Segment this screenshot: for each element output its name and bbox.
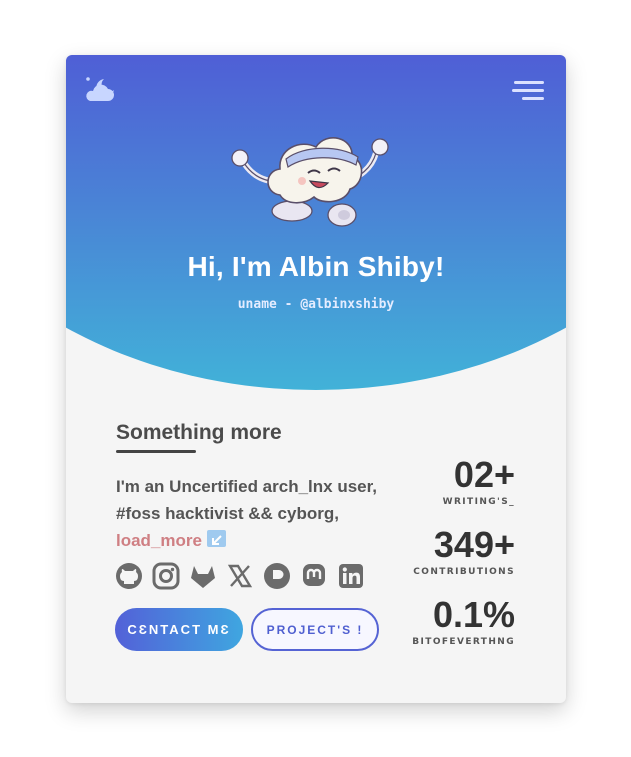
hero-title: Hi, I'm Albin Shiby! — [187, 251, 445, 282]
social-links — [115, 562, 365, 590]
load-more-link[interactable]: load_more — [116, 531, 202, 550]
x-icon[interactable] — [226, 562, 254, 590]
bio-line-1: I'm an Uncertified arch_lnx user, — [116, 477, 378, 496]
stat-contributions: 349+ CONTRIBUTIONS — [413, 524, 515, 578]
cloud-moon-icon[interactable] — [82, 73, 120, 105]
section-title: Something more — [116, 421, 282, 444]
linkedin-icon[interactable] — [337, 562, 365, 590]
username-subtitle: uname - @albinxshiby — [237, 297, 395, 312]
stat-value: 0.1% — [432, 594, 515, 635]
stat-value: 349+ — [433, 524, 515, 565]
stat-label: BITOFEVERTHNG — [412, 637, 515, 647]
meditating-cloud-mascot — [231, 137, 389, 227]
profile-card: Hi, I'm Albin Shiby! uname - @albinxshib… — [66, 55, 566, 703]
stat-writings: 02+ WRITING'S_ — [442, 454, 515, 508]
hamburger-menu-icon[interactable] — [512, 81, 544, 103]
github-icon[interactable] — [115, 562, 143, 590]
instagram-icon[interactable] — [152, 562, 180, 590]
gitlab-icon[interactable] — [189, 562, 217, 590]
section-underline — [116, 450, 196, 453]
bio-text: I'm an Uncertified arch_lnx user, #foss … — [116, 473, 386, 554]
contact-me-button[interactable]: CƐNTACT MƐ — [115, 608, 243, 651]
stat-label: CONTRIBUTIONS — [413, 567, 515, 577]
projects-button[interactable]: PROJECT'S ! — [251, 608, 379, 651]
bio-line-2: #foss hacktivist && cyborg, — [116, 504, 339, 523]
stat-bit-of-everything: 0.1% BITOFEVERTHNG — [412, 594, 515, 648]
mastodon-icon[interactable] — [300, 562, 328, 590]
stat-value: 02+ — [453, 454, 515, 495]
arrow-down-left-icon[interactable] — [206, 530, 226, 547]
pixelfed-icon[interactable] — [263, 562, 291, 590]
stat-label: WRITING'S_ — [442, 497, 515, 507]
